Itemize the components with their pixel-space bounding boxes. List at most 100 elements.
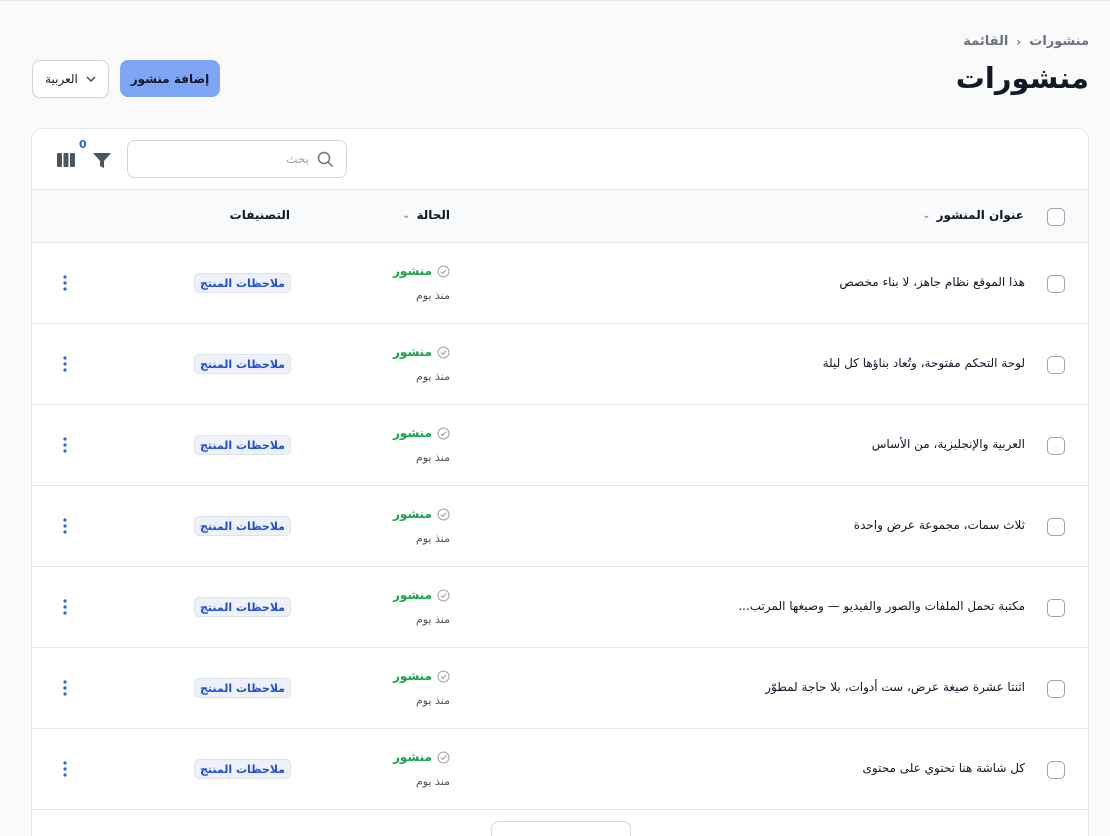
search-placeholder: بحث bbox=[286, 152, 309, 166]
row-checkbox[interactable] bbox=[1047, 275, 1065, 293]
status-label: منشور bbox=[393, 345, 432, 359]
header-actions: إضافة منشور العربية bbox=[32, 60, 220, 98]
table-row[interactable]: العربية والإنجليزية، من الأساس منشور منذ… bbox=[32, 405, 1088, 486]
post-title[interactable]: ثلاث سمات، مجموعة عرض واحدة bbox=[854, 518, 1025, 532]
sort-chevron-icon: ⌄ bbox=[402, 209, 411, 221]
check-circle-icon bbox=[437, 427, 450, 439]
row-checkbox[interactable] bbox=[1047, 437, 1065, 455]
status-label: منشور bbox=[393, 426, 432, 440]
table-footer bbox=[32, 810, 1088, 836]
status-label: منشور bbox=[393, 264, 432, 278]
table-row[interactable]: كل شاشة هنا تحتوي على محتوى منشور منذ يو… bbox=[32, 729, 1088, 810]
table-header: عنوان المنشور ⌄ الحالة ⌄ التصنيفات bbox=[32, 190, 1088, 243]
category-tag[interactable]: ملاحظات المنتج bbox=[193, 759, 291, 779]
column-header-status[interactable]: الحالة ⌄ bbox=[402, 208, 450, 222]
post-title[interactable]: العربية والإنجليزية، من الأساس bbox=[872, 437, 1025, 451]
category-tag[interactable]: ملاحظات المنتج bbox=[193, 273, 291, 293]
status-cell: منشور منذ يوم bbox=[393, 588, 450, 626]
column-header-categories: التصنيفات bbox=[229, 208, 290, 222]
category-tag[interactable]: ملاحظات المنتج bbox=[193, 678, 291, 698]
per-page-select[interactable] bbox=[491, 821, 631, 836]
status-cell: منشور منذ يوم bbox=[393, 669, 450, 707]
more-vertical-icon[interactable] bbox=[62, 355, 68, 373]
post-title[interactable]: لوحة التحكم مفتوحة، وتُعاد بناؤها كل ليل… bbox=[823, 356, 1025, 370]
status-time: منذ يوم bbox=[415, 694, 450, 707]
status-badge: منشور bbox=[393, 345, 450, 359]
more-vertical-icon[interactable] bbox=[62, 517, 68, 535]
table-row[interactable]: هذا الموقع نظام جاهز، لا بناء مخصص منشور… bbox=[32, 243, 1088, 324]
add-post-button[interactable]: إضافة منشور bbox=[120, 60, 220, 97]
status-time: منذ يوم bbox=[415, 289, 450, 302]
category-tag[interactable]: ملاحظات المنتج bbox=[193, 597, 291, 617]
check-circle-icon bbox=[437, 670, 450, 682]
row-checkbox[interactable] bbox=[1047, 761, 1065, 779]
status-time: منذ يوم bbox=[415, 532, 450, 545]
row-checkbox[interactable] bbox=[1047, 518, 1065, 536]
breadcrumb-link-posts[interactable]: منشورات bbox=[1029, 34, 1089, 49]
search-input[interactable]: بحث bbox=[127, 140, 347, 178]
post-title[interactable]: كل شاشة هنا تحتوي على محتوى bbox=[863, 761, 1026, 775]
column-header-title[interactable]: عنوان المنشور ⌄ bbox=[922, 208, 1024, 222]
select-all-checkbox[interactable] bbox=[1047, 208, 1065, 226]
more-vertical-icon[interactable] bbox=[62, 760, 68, 778]
check-circle-icon bbox=[437, 751, 450, 763]
status-label: منشور bbox=[393, 750, 432, 764]
more-vertical-icon[interactable] bbox=[62, 598, 68, 616]
breadcrumb-separator-icon: ‹ bbox=[1016, 34, 1022, 49]
status-cell: منشور منذ يوم bbox=[393, 345, 450, 383]
status-badge: منشور bbox=[393, 669, 450, 683]
post-title[interactable]: مكتبة تحمل الملفات والصور والفيديو — وصي… bbox=[738, 599, 1025, 613]
row-checkbox[interactable] bbox=[1047, 680, 1065, 698]
status-cell: منشور منذ يوم bbox=[393, 426, 450, 464]
status-badge: منشور bbox=[393, 750, 450, 764]
status-time: منذ يوم bbox=[415, 451, 450, 464]
table-row[interactable]: ثلاث سمات، مجموعة عرض واحدة منشور منذ يو… bbox=[32, 486, 1088, 567]
table-toolbar: بحث 0 bbox=[32, 129, 1088, 190]
status-cell: منشور منذ يوم bbox=[393, 264, 450, 302]
breadcrumb: منشورات ‹ القائمة bbox=[963, 34, 1089, 49]
post-title[interactable]: هذا الموقع نظام جاهز، لا بناء مخصص bbox=[839, 275, 1025, 289]
filter-count-badge: 0 bbox=[79, 138, 87, 151]
category-tag[interactable]: ملاحظات المنتج bbox=[193, 516, 291, 536]
breadcrumb-current: القائمة bbox=[963, 34, 1009, 49]
status-cell: منشور منذ يوم bbox=[393, 507, 450, 545]
funnel-icon[interactable] bbox=[91, 149, 113, 171]
check-circle-icon bbox=[437, 346, 450, 358]
check-circle-icon bbox=[437, 589, 450, 601]
status-time: منذ يوم bbox=[415, 613, 450, 626]
status-badge: منشور bbox=[393, 426, 450, 440]
more-vertical-icon[interactable] bbox=[62, 679, 68, 697]
status-badge: منشور bbox=[393, 588, 450, 602]
search-icon bbox=[317, 151, 334, 167]
check-circle-icon bbox=[437, 508, 450, 520]
posts-table-card: بحث 0 عنوان المنشور ⌄ الحالة ⌄ التصنيفات… bbox=[31, 128, 1089, 836]
status-time: منذ يوم bbox=[415, 370, 450, 383]
sort-chevron-icon: ⌄ bbox=[922, 209, 931, 221]
table-row[interactable]: لوحة التحكم مفتوحة، وتُعاد بناؤها كل ليل… bbox=[32, 324, 1088, 405]
status-label: منشور bbox=[393, 588, 432, 602]
status-label: منشور bbox=[393, 507, 432, 521]
status-badge: منشور bbox=[393, 264, 450, 278]
chevron-down-icon bbox=[86, 76, 96, 82]
check-circle-icon bbox=[437, 265, 450, 277]
table-row[interactable]: اثنتا عشرة صيغة عرض، ست أدوات، بلا حاجة … bbox=[32, 648, 1088, 729]
columns-icon[interactable] bbox=[56, 151, 76, 169]
category-tag[interactable]: ملاحظات المنتج bbox=[193, 435, 291, 455]
more-vertical-icon[interactable] bbox=[62, 274, 68, 292]
post-title[interactable]: اثنتا عشرة صيغة عرض، ست أدوات، بلا حاجة … bbox=[765, 680, 1025, 694]
column-header-status-label: الحالة bbox=[416, 208, 450, 222]
table-row[interactable]: مكتبة تحمل الملفات والصور والفيديو — وصي… bbox=[32, 567, 1088, 648]
status-time: منذ يوم bbox=[415, 775, 450, 788]
row-checkbox[interactable] bbox=[1047, 356, 1065, 374]
column-header-title-label: عنوان المنشور bbox=[936, 208, 1024, 222]
table-body: هذا الموقع نظام جاهز، لا بناء مخصص منشور… bbox=[32, 243, 1088, 810]
status-badge: منشور bbox=[393, 507, 450, 521]
status-cell: منشور منذ يوم bbox=[393, 750, 450, 788]
status-label: منشور bbox=[393, 669, 432, 683]
language-value: العربية bbox=[45, 72, 78, 86]
more-vertical-icon[interactable] bbox=[62, 436, 68, 454]
page-title: منشورات bbox=[955, 61, 1089, 95]
row-checkbox[interactable] bbox=[1047, 599, 1065, 617]
category-tag[interactable]: ملاحظات المنتج bbox=[193, 354, 291, 374]
language-select[interactable]: العربية bbox=[32, 60, 109, 98]
